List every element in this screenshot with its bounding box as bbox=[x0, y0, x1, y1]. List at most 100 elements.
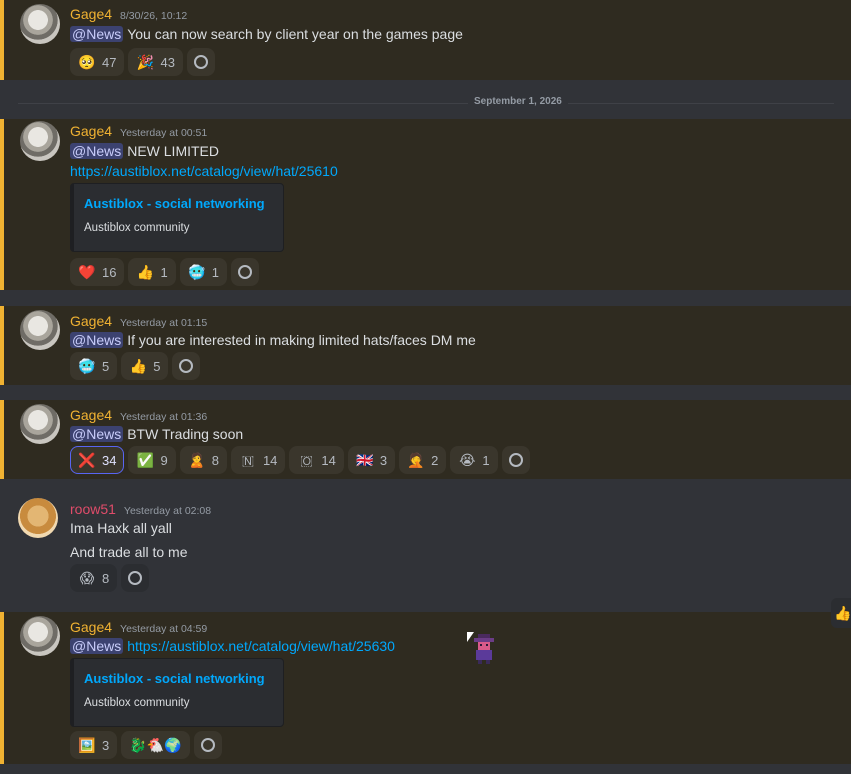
add-reaction-icon bbox=[200, 738, 215, 752]
floating-reaction[interactable]: 👍 bbox=[831, 598, 851, 628]
mention-pill[interactable]: @News bbox=[70, 26, 124, 42]
author-name[interactable]: Gage4 bbox=[70, 6, 112, 22]
avatar[interactable] bbox=[20, 310, 60, 350]
timestamp: Yesterday at 01:36 bbox=[120, 411, 208, 423]
reaction[interactable]: 🥶 5 bbox=[70, 352, 118, 380]
reaction-emoji: 🖼️ bbox=[78, 737, 96, 753]
add-reaction-button[interactable] bbox=[172, 352, 201, 380]
add-reaction-button[interactable] bbox=[186, 48, 215, 76]
reaction[interactable]: 🇴 14 bbox=[289, 446, 344, 474]
reaction-emoji: 😭 bbox=[459, 452, 476, 468]
reaction-count: 5 bbox=[102, 358, 110, 374]
reaction-emoji: 🤦 bbox=[407, 452, 425, 468]
add-reaction-icon bbox=[237, 265, 252, 279]
reaction-count: 1 bbox=[160, 264, 168, 280]
message: Gage4 Yesterday at 01:36 @News BTW Tradin… bbox=[0, 400, 851, 479]
reaction-emoji: 🇴 bbox=[300, 452, 313, 468]
reaction-count: 14 bbox=[321, 452, 336, 468]
cursor-icon bbox=[467, 632, 474, 642]
thumbs-up-icon: 👍 bbox=[834, 604, 851, 621]
avatar[interactable] bbox=[20, 4, 60, 44]
reaction-emoji: 🥶 bbox=[187, 264, 206, 280]
reaction[interactable]: 🙎 8 bbox=[179, 446, 227, 474]
author-name[interactable]: Gage4 bbox=[70, 313, 112, 329]
reaction[interactable]: 🎉 43 bbox=[128, 48, 183, 76]
reaction[interactable]: ❌ 34 bbox=[70, 446, 125, 474]
mention-pill[interactable]: @News bbox=[70, 426, 124, 442]
reaction[interactable]: 🥶 1 bbox=[179, 258, 227, 286]
bottom-gap bbox=[0, 764, 851, 774]
reaction-emoji: 🐉🐔🌍 bbox=[129, 737, 182, 753]
message: roow51 Yesterday at 02:08 Ima Haxk all y… bbox=[0, 494, 851, 600]
add-reaction-icon bbox=[193, 55, 208, 69]
mention-pill[interactable]: @News bbox=[70, 143, 124, 159]
embed-description: Austiblox community bbox=[84, 697, 190, 709]
reaction-count: 14 bbox=[262, 452, 278, 468]
timestamp: 8/30/26, 10:12 bbox=[120, 10, 188, 22]
author-name[interactable]: Gage4 bbox=[70, 619, 112, 635]
avatar[interactable] bbox=[20, 121, 60, 161]
timestamp: Yesterday at 04:59 bbox=[120, 623, 208, 635]
reaction-count: 9 bbox=[160, 452, 168, 468]
message-text: Ima Haxk all yall bbox=[70, 520, 172, 536]
reaction[interactable]: 👍 5 bbox=[121, 352, 169, 380]
reaction[interactable]: ✅ 9 bbox=[128, 446, 176, 474]
reaction[interactable]: 🥺 47 bbox=[70, 48, 125, 76]
reaction-count: 3 bbox=[379, 452, 388, 468]
author-name[interactable]: Gage4 bbox=[70, 123, 112, 139]
add-reaction-button[interactable] bbox=[501, 446, 530, 474]
reaction-count: 1 bbox=[211, 264, 219, 280]
add-reaction-icon bbox=[179, 359, 194, 373]
reaction-emoji: 🥺 bbox=[78, 54, 96, 70]
reaction-emoji: 🥶 bbox=[78, 358, 96, 374]
message-text: If you are interested in making limited … bbox=[127, 332, 476, 348]
pixel-witch-sprite bbox=[474, 634, 494, 664]
embed-description: Austiblox community bbox=[84, 222, 190, 234]
reaction[interactable]: 😱 8 bbox=[70, 564, 118, 592]
embed-title[interactable]: Austiblox - social networking bbox=[84, 196, 265, 211]
message-text: NEW LIMITED bbox=[127, 143, 219, 159]
date-divider-label: September 1, 2026 bbox=[468, 96, 568, 107]
reaction-emoji: 👍 bbox=[136, 264, 155, 280]
message-link[interactable]: https://austiblox.net/catalog/view/hat/2… bbox=[127, 638, 395, 654]
reaction-emoji: 🙎 bbox=[187, 452, 206, 468]
reaction-count: 1 bbox=[482, 452, 490, 468]
message: Gage4 Yesterday at 00:51 @News NEW LIMITE… bbox=[0, 119, 851, 290]
reaction[interactable]: 😭 1 bbox=[450, 446, 498, 474]
mention-pill[interactable]: @News bbox=[70, 332, 124, 348]
reaction-emoji: 😱 bbox=[79, 570, 95, 586]
reaction-count: 2 bbox=[431, 452, 439, 468]
message: Gage4 Yesterday at 01:15 @News If you are… bbox=[0, 306, 851, 385]
reaction-count: 3 bbox=[102, 737, 110, 753]
reaction[interactable]: 👍 1 bbox=[128, 258, 176, 286]
author-name[interactable]: roow51 bbox=[70, 501, 116, 517]
message-text: You can now search by client year on the… bbox=[127, 26, 463, 42]
reaction-count: 43 bbox=[160, 54, 175, 70]
message: Gage4 8/30/26, 10:12 @News You can now se… bbox=[0, 0, 851, 80]
message-link[interactable]: https://austiblox.net/catalog/view/hat/2… bbox=[70, 163, 338, 179]
mention-pill[interactable]: @News bbox=[70, 638, 124, 654]
add-reaction-button[interactable] bbox=[121, 564, 150, 592]
message-text: BTW Trading soon bbox=[127, 426, 244, 442]
avatar[interactable] bbox=[18, 498, 58, 538]
add-reaction-button[interactable] bbox=[193, 731, 222, 759]
reaction[interactable]: 🇳 14 bbox=[230, 446, 286, 474]
message: Gage4 Yesterday at 04:59 @News https://au… bbox=[0, 612, 851, 764]
timestamp: Yesterday at 00:51 bbox=[120, 127, 208, 139]
reaction-emoji: 🇳 bbox=[241, 452, 255, 468]
reaction[interactable]: 🇬🇧 3 bbox=[347, 446, 396, 474]
reaction[interactable]: 🐉🐔🌍 bbox=[121, 731, 190, 759]
timestamp: Yesterday at 01:15 bbox=[120, 317, 208, 329]
avatar[interactable] bbox=[20, 616, 60, 656]
avatar[interactable] bbox=[20, 404, 60, 444]
add-reaction-button[interactable] bbox=[230, 258, 259, 286]
reaction-count: 8 bbox=[211, 452, 219, 468]
reaction[interactable]: ❤️ 16 bbox=[70, 258, 125, 286]
author-name[interactable]: Gage4 bbox=[70, 407, 112, 423]
reaction[interactable]: 🤦 2 bbox=[399, 446, 447, 474]
link-embed: Austiblox - social networking Austiblox … bbox=[70, 183, 284, 252]
embed-title[interactable]: Austiblox - social networking bbox=[84, 671, 265, 686]
reaction-emoji: ✅ bbox=[136, 452, 155, 468]
reaction[interactable]: 🖼️ 3 bbox=[70, 731, 118, 759]
add-reaction-icon bbox=[508, 453, 523, 467]
